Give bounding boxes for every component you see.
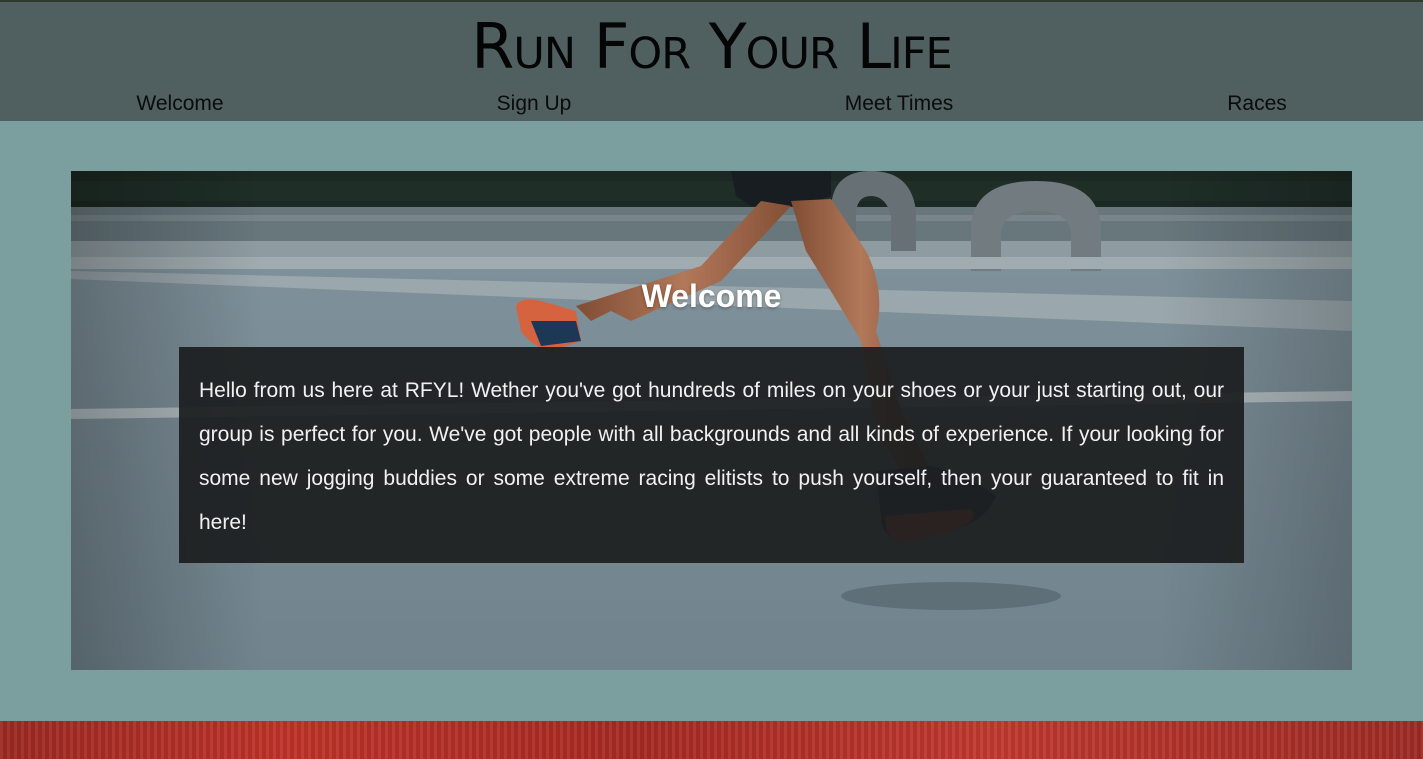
nav-link-sign-up[interactable]: Sign Up xyxy=(497,90,572,118)
nav-link-meet-times[interactable]: Meet Times xyxy=(845,90,954,118)
footer-banner xyxy=(0,721,1423,759)
hero-section: Welcome Hello from us here at RFYL! Weth… xyxy=(71,171,1352,670)
site-header: Run For Your Life Welcome Sign Up Meet T… xyxy=(0,0,1423,121)
nav-link-races[interactable]: Races xyxy=(1227,90,1287,118)
site-title: Run For Your Life xyxy=(471,10,952,83)
main-nav: Welcome Sign Up Meet Times Races xyxy=(0,90,1423,120)
welcome-text-box: Hello from us here at RFYL! Wether you'v… xyxy=(179,347,1244,563)
welcome-heading: Welcome xyxy=(641,278,782,314)
nav-link-welcome[interactable]: Welcome xyxy=(136,90,223,118)
welcome-paragraph: Hello from us here at RFYL! Wether you'v… xyxy=(199,379,1224,534)
